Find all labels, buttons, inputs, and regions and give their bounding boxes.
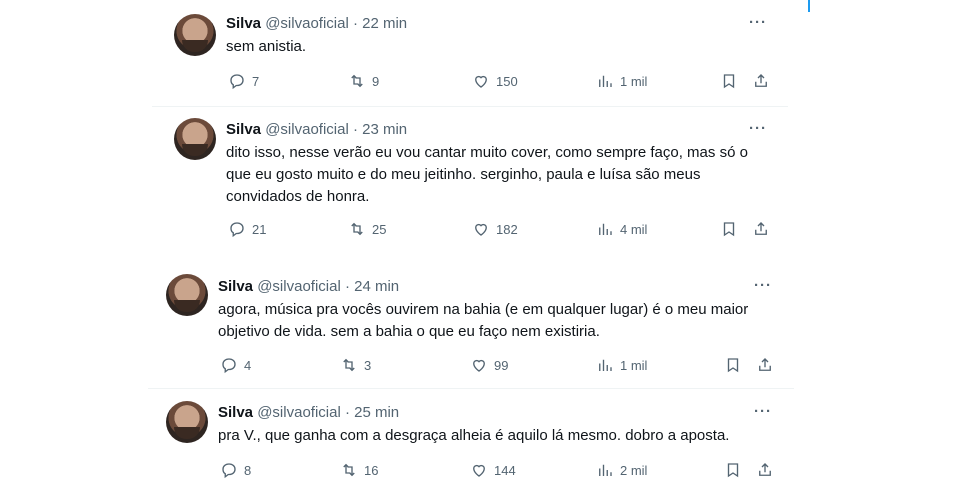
author-name[interactable]: Silva — [218, 404, 253, 421]
bookmark-icon — [727, 463, 739, 478]
retweet-icon — [351, 222, 363, 236]
reply-button[interactable]: 8 — [220, 461, 251, 479]
reply-icon — [222, 358, 236, 374]
reply-button[interactable]: 4 — [220, 356, 251, 374]
retweet-icon — [351, 74, 363, 88]
timestamp[interactable]: · 22 min — [353, 15, 407, 32]
bookmark-button[interactable] — [720, 220, 738, 238]
views-icon — [599, 464, 612, 476]
author-name[interactable]: Silva — [218, 278, 253, 295]
bookmark-button[interactable] — [720, 72, 738, 90]
retweet-icon — [343, 463, 355, 477]
view-count: 4 mil — [620, 221, 648, 237]
view-count: 1 mil — [620, 73, 648, 89]
author-name[interactable]: Silva — [226, 15, 261, 32]
retweet-button[interactable]: 9 — [348, 72, 379, 90]
tweet-card[interactable]: Silva @silvaoficial · 25 min ··· pra V.,… — [148, 389, 794, 483]
views-icon — [599, 359, 612, 371]
retweet-count: 25 — [372, 221, 387, 237]
reply-icon — [222, 463, 236, 479]
views-button[interactable]: 1 mil — [596, 72, 647, 90]
retweet-button[interactable]: 16 — [340, 461, 378, 479]
retweet-button[interactable]: 3 — [340, 356, 371, 374]
tweet-text: sem anistia. — [226, 38, 307, 55]
timestamp[interactable]: · 23 min — [353, 121, 407, 138]
share-icon — [755, 74, 767, 87]
reply-icon — [230, 222, 244, 238]
like-button[interactable]: 99 — [470, 356, 508, 374]
tweet-text: dito isso, nesse verão eu vou cantar mui… — [226, 144, 748, 205]
like-count: 150 — [496, 73, 518, 89]
reply-button[interactable]: 21 — [228, 220, 266, 238]
views-button[interactable]: 4 mil — [596, 220, 647, 238]
like-button[interactable]: 150 — [472, 72, 518, 90]
reply-icon — [230, 74, 244, 90]
avatar[interactable] — [174, 118, 216, 160]
author-handle[interactable]: @silvaoficial — [265, 121, 349, 138]
share-button[interactable] — [756, 461, 774, 479]
edge-accent — [808, 0, 810, 12]
avatar[interactable] — [174, 14, 216, 56]
share-icon — [759, 358, 771, 371]
retweet-count: 9 — [372, 73, 380, 89]
more-options-icon[interactable]: ··· — [754, 277, 772, 294]
views-button[interactable]: 1 mil — [596, 356, 647, 374]
tweet-text: agora, música pra vocês ouvirem na bahia… — [218, 301, 749, 340]
reply-count: 8 — [244, 462, 252, 478]
bookmark-icon — [723, 222, 735, 237]
tweet-header: Silva @silvaoficial · 25 min — [218, 404, 399, 421]
views-button[interactable]: 2 mil — [596, 461, 647, 479]
tweet-card[interactable]: Silva @silvaoficial · 23 min ··· dito is… — [152, 106, 788, 256]
more-options-icon[interactable]: ··· — [749, 120, 767, 137]
timestamp[interactable]: · 24 min — [345, 278, 399, 295]
heart-icon — [473, 464, 485, 477]
tweet-header: Silva @silvaoficial · 24 min — [218, 278, 399, 295]
share-button[interactable] — [752, 72, 770, 90]
share-button[interactable] — [752, 220, 770, 238]
avatar[interactable] — [166, 274, 208, 316]
like-button[interactable]: 144 — [470, 461, 516, 479]
share-icon — [759, 463, 771, 476]
views-icon — [599, 223, 612, 235]
bookmark-button[interactable] — [724, 356, 742, 374]
heart-icon — [475, 223, 487, 236]
divider — [152, 106, 788, 107]
bookmark-icon — [727, 358, 739, 373]
views-icon — [599, 75, 612, 87]
tweet-text: pra V., que ganha com a desgraça alheia … — [218, 427, 730, 444]
author-handle[interactable]: @silvaoficial — [257, 278, 341, 295]
view-count: 1 mil — [620, 357, 648, 373]
retweet-count: 16 — [364, 462, 379, 478]
tweet-card[interactable]: Silva @silvaoficial · 24 min ··· agora, … — [148, 264, 794, 388]
retweet-button[interactable]: 25 — [348, 220, 386, 238]
retweet-count: 3 — [364, 357, 372, 373]
retweet-icon — [343, 358, 355, 372]
tweet-header: Silva @silvaoficial · 23 min — [226, 121, 407, 138]
bookmark-button[interactable] — [724, 461, 742, 479]
tweet-card[interactable]: Silva @silvaoficial · 22 min ··· sem ani… — [152, 0, 788, 106]
share-button[interactable] — [756, 356, 774, 374]
reply-button[interactable]: 7 — [228, 72, 259, 90]
author-name[interactable]: Silva — [226, 121, 261, 138]
bookmark-icon — [723, 74, 735, 89]
avatar[interactable] — [166, 401, 208, 443]
author-handle[interactable]: @silvaoficial — [265, 15, 349, 32]
reply-count: 4 — [244, 357, 252, 373]
reply-count: 7 — [252, 73, 260, 89]
share-icon — [755, 222, 767, 235]
like-count: 99 — [494, 357, 509, 373]
like-button[interactable]: 182 — [472, 220, 518, 238]
author-handle[interactable]: @silvaoficial — [257, 404, 341, 421]
heart-icon — [475, 75, 487, 88]
tweet-header: Silva @silvaoficial · 22 min — [226, 15, 407, 32]
more-options-icon[interactable]: ··· — [754, 403, 772, 420]
timestamp[interactable]: · 25 min — [345, 404, 399, 421]
heart-icon — [473, 359, 485, 372]
view-count: 2 mil — [620, 462, 648, 478]
reply-count: 21 — [252, 221, 267, 237]
like-count: 182 — [496, 221, 518, 237]
like-count: 144 — [494, 462, 516, 478]
more-options-icon[interactable]: ··· — [749, 14, 767, 31]
